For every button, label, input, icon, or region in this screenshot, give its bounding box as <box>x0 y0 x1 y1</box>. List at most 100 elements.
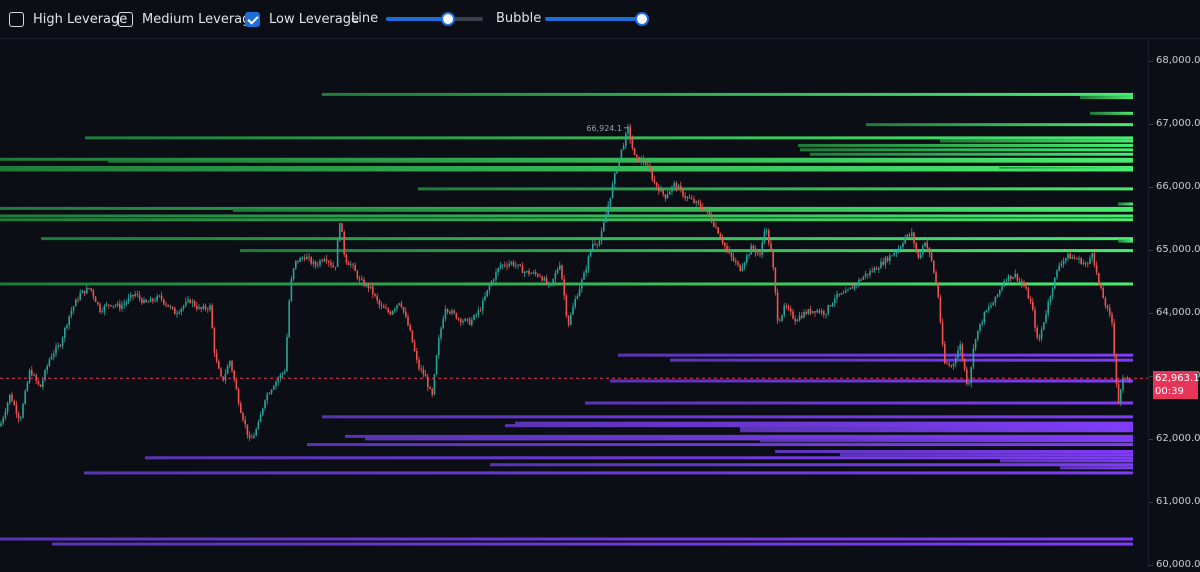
long-liquidation-level <box>670 358 1133 362</box>
candle-body <box>367 283 370 289</box>
candle-body <box>1065 258 1067 261</box>
candle-body <box>999 289 1001 295</box>
candle-body <box>1045 313 1047 323</box>
candle-body <box>785 305 788 308</box>
candle-body <box>691 198 693 200</box>
candle-body <box>515 265 517 267</box>
candle-body <box>75 299 77 307</box>
candle-body <box>202 306 205 309</box>
candle-body <box>1117 383 1120 403</box>
high-leverage-checkbox[interactable]: High Leverage <box>9 9 127 29</box>
price-axis-label: 66,000.0 <box>1156 180 1200 192</box>
candle-body <box>1040 329 1043 339</box>
candle-body <box>292 268 295 280</box>
candle-body <box>596 244 598 246</box>
candle-body <box>704 209 706 210</box>
line-slider[interactable] <box>386 12 483 26</box>
candle-body <box>145 299 147 302</box>
candle-body <box>389 311 392 315</box>
candle-body <box>752 245 755 249</box>
candle-body <box>193 301 196 306</box>
high-leverage-label: High Leverage <box>33 11 128 27</box>
candle-body <box>1051 288 1054 297</box>
candle-body <box>796 319 799 322</box>
candle-body <box>286 337 288 372</box>
candle-body <box>994 296 997 303</box>
candle-body <box>1025 286 1027 289</box>
line-slider-fill <box>386 17 449 21</box>
candle-body <box>922 246 924 255</box>
candle-body <box>682 189 684 196</box>
candle-body <box>763 231 766 243</box>
candle-body <box>1087 263 1089 265</box>
candle-body <box>24 391 26 404</box>
candle-body <box>730 252 733 257</box>
low-leverage-checkbox-box[interactable] <box>245 11 260 27</box>
candle-body <box>664 194 667 199</box>
candle-body <box>1023 283 1025 287</box>
candle-body <box>1058 265 1060 271</box>
candle-body <box>741 266 744 271</box>
short-liquidation-level <box>0 218 1133 222</box>
candle-body <box>290 279 293 301</box>
candle-body <box>781 314 783 321</box>
candle-body <box>110 305 112 307</box>
candle-body <box>1078 258 1080 260</box>
candle-body <box>53 353 55 357</box>
price-axis[interactable]: 68,000.0 67,000.0 66,000.0 65,000.0 64,000.0… <box>1148 39 1200 570</box>
bubble-slider[interactable] <box>545 12 649 26</box>
candle-body <box>345 254 348 263</box>
line-slider-knob[interactable] <box>441 12 456 26</box>
short-liquidation-levels <box>0 92 1133 286</box>
candle-body <box>814 311 816 313</box>
price-axis-tick <box>1149 564 1153 566</box>
candle-body <box>1007 275 1010 281</box>
medium-leverage-checkbox-box[interactable] <box>118 11 133 27</box>
candle-body <box>983 312 986 323</box>
candle-body <box>266 394 268 401</box>
candle-body <box>955 358 957 364</box>
candle-body <box>409 325 411 331</box>
low-leverage-checkbox[interactable]: Low Leverage <box>245 9 359 29</box>
long-liquidation-level <box>322 415 1133 419</box>
candle-body <box>537 273 539 277</box>
candle-body <box>669 191 671 195</box>
short-liquidation-level <box>322 92 1133 96</box>
chart-area[interactable]: 66,924.1 <box>0 39 1148 568</box>
candle-body <box>941 322 944 345</box>
candle-body <box>59 345 62 347</box>
candle-body <box>673 183 675 187</box>
candle-body <box>576 296 579 300</box>
candle-body <box>1082 262 1085 265</box>
candle-body <box>1093 253 1096 266</box>
candle-body <box>299 258 301 262</box>
candle-body <box>818 310 821 313</box>
candle-body <box>108 304 110 306</box>
candle-body <box>772 250 774 268</box>
high-leverage-checkbox-box[interactable] <box>9 11 24 27</box>
long-liquidation-levels <box>0 353 1133 546</box>
candle-body <box>908 234 911 236</box>
candle-body <box>556 269 559 274</box>
candle-body <box>884 257 887 265</box>
medium-leverage-checkbox[interactable]: Medium Leverage <box>118 9 258 29</box>
candle-body <box>493 279 495 282</box>
candle-body <box>1029 298 1032 302</box>
candle-body <box>812 311 814 314</box>
candle-body <box>776 292 779 321</box>
liquidation-heatmap-chart[interactable]: 66,924.1 <box>0 39 1148 568</box>
candle-body <box>17 413 20 419</box>
candle-body <box>237 389 240 404</box>
candle-body <box>215 353 218 362</box>
candle-body <box>15 405 18 414</box>
short-liquidation-level <box>0 282 1133 286</box>
long-liquidation-level <box>1000 459 1133 463</box>
candle-body <box>625 133 627 146</box>
candle-body <box>0 423 2 427</box>
price-axis-label: 64,000.0 <box>1156 306 1200 318</box>
bubble-slider-knob[interactable] <box>635 12 649 26</box>
candle-body <box>897 248 900 252</box>
candle-body <box>178 312 180 314</box>
candle-body <box>911 232 913 236</box>
candle-body <box>495 272 497 280</box>
